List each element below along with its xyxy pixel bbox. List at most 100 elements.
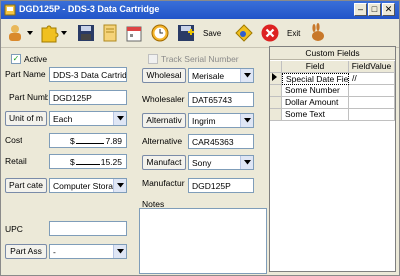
table-row[interactable]: Dollar Amount	[270, 97, 395, 109]
wholesaler-button[interactable]: Wholesal	[142, 68, 186, 83]
active-label: Active	[24, 54, 48, 64]
table-cell[interactable]: Special Date Fiel	[282, 73, 349, 85]
exit-label[interactable]: Exit	[287, 29, 300, 38]
track-serial-label: Track Serial Number	[161, 54, 239, 64]
alternative-code-label: Alternative	[142, 136, 183, 146]
app-icon	[4, 4, 16, 16]
row-selector[interactable]	[270, 85, 282, 97]
notes-button[interactable]	[99, 21, 121, 45]
chevron-down-icon[interactable]	[240, 156, 253, 169]
wholesaler-code-input[interactable]: DAT65743	[188, 92, 254, 107]
approve-button[interactable]	[233, 21, 255, 45]
notes-textarea[interactable]	[139, 208, 267, 274]
part-assembly-select[interactable]: -	[49, 244, 127, 259]
minimize-button[interactable]: –	[354, 3, 367, 16]
part-number-label: Part Numb	[9, 92, 48, 102]
wholesaler-value: Merisale	[192, 71, 225, 81]
close-window-button[interactable]: ✕	[382, 3, 395, 16]
wholesaler-select[interactable]: Merisale	[188, 68, 254, 83]
track-serial-checkbox[interactable]	[148, 54, 158, 64]
retail-underline	[76, 164, 100, 165]
chevron-down-icon[interactable]	[113, 179, 126, 192]
table-cell[interactable]	[349, 85, 395, 97]
upc-input[interactable]	[49, 221, 127, 236]
floppy-disk-icon	[78, 25, 94, 41]
add-person-icon	[9, 25, 33, 41]
retail-label: Retail	[5, 156, 27, 166]
chevron-down-icon[interactable]	[113, 245, 126, 258]
maximize-button[interactable]: □	[368, 3, 381, 16]
table-cell[interactable]: Dollar Amount	[282, 97, 349, 109]
save-label[interactable]: Save	[203, 29, 221, 38]
part-category-select[interactable]: Computer Storag	[49, 178, 127, 193]
puzzle-icon	[41, 25, 67, 43]
add-dropdown-button[interactable]	[5, 21, 35, 45]
toolbar: Save Exit	[1, 19, 399, 47]
unit-of-measure-select[interactable]: Each	[49, 111, 127, 126]
alternative-button[interactable]: Alternativ	[142, 113, 186, 128]
document-icon	[103, 24, 117, 42]
retail-value: 15.25	[100, 157, 122, 167]
calendar-button[interactable]	[123, 21, 145, 45]
wholesaler-code-label: Wholesaler	[142, 94, 185, 104]
part-number-input[interactable]: DGD125P	[49, 90, 127, 105]
cost-value: 7.89	[105, 136, 122, 146]
upc-label: UPC	[5, 224, 23, 234]
alternative-code-input[interactable]: CAR45363	[188, 134, 254, 149]
custom-fields-grid: Custom Fields Field FieldValue Special D…	[269, 46, 396, 272]
column-header-field[interactable]: Field	[282, 61, 349, 73]
unit-of-measure-button[interactable]: Unit of m	[5, 111, 47, 126]
grid-corner	[270, 61, 282, 73]
cost-input[interactable]: $ 7.89	[49, 133, 127, 148]
part-name-input[interactable]: DDS-3 Data Cartridg	[49, 67, 127, 82]
table-row[interactable]: Special Date Fiel //	[270, 73, 395, 85]
table-cell[interactable]	[349, 97, 395, 109]
part-assembly-button[interactable]: Part Ass	[5, 244, 47, 259]
table-cell[interactable]	[349, 109, 395, 121]
exit-button[interactable]	[306, 21, 328, 45]
alternative-value: Ingrim	[192, 116, 216, 126]
manufacturer-code-label: Manufactur	[142, 178, 185, 188]
row-selector[interactable]	[270, 97, 282, 109]
save-disk-button[interactable]	[75, 21, 97, 45]
calendar-icon	[126, 26, 142, 42]
manufacturer-value: Sony	[192, 158, 212, 168]
alternative-select[interactable]: Ingrim	[188, 113, 254, 128]
cost-currency: $	[70, 136, 75, 146]
clock-button[interactable]	[149, 21, 171, 45]
diamond-shape-icon	[235, 24, 253, 42]
table-cell[interactable]: //	[349, 73, 395, 85]
cancel-icon	[261, 24, 279, 42]
title-bar: DGD125P - DDS-3 Data Cartridge – □ ✕	[1, 1, 399, 19]
retail-input[interactable]: $ 15.25	[49, 154, 127, 169]
manufacturer-button[interactable]: Manufact	[142, 155, 186, 170]
chevron-down-icon[interactable]	[240, 114, 253, 127]
table-cell[interactable]: Some Text	[282, 109, 349, 121]
row-selector[interactable]	[270, 109, 282, 121]
cancel-button[interactable]	[259, 21, 281, 45]
puzzle-dropdown-button[interactable]	[39, 21, 69, 45]
table-cell[interactable]: Some Number	[282, 85, 349, 97]
chevron-down-icon[interactable]	[240, 69, 253, 82]
save-button[interactable]	[175, 21, 197, 45]
retail-currency: $	[70, 157, 75, 167]
cost-underline	[76, 143, 104, 144]
table-row[interactable]: Some Number	[270, 85, 395, 97]
manufacturer-code-input[interactable]: DGD125P	[188, 178, 254, 193]
part-assembly-value: -	[53, 247, 56, 257]
part-category-value: Computer Storag	[53, 181, 118, 191]
cost-label: Cost	[5, 135, 23, 145]
window-title: DGD125P - DDS-3 Data Cartridge	[19, 4, 160, 14]
clock-icon	[151, 24, 169, 42]
active-checkbox[interactable]: ✓	[11, 54, 21, 64]
custom-fields-title: Custom Fields	[270, 47, 395, 60]
table-row[interactable]: Some Text	[270, 109, 395, 121]
column-header-fieldvalue[interactable]: FieldValue	[349, 61, 395, 73]
part-category-button[interactable]: Part cate	[5, 178, 47, 193]
chevron-down-icon[interactable]	[113, 112, 126, 125]
save-icon	[178, 25, 194, 41]
grid-header-row: Field FieldValue	[270, 61, 395, 73]
part-name-label: Part Name	[5, 69, 46, 79]
manufacturer-select[interactable]: Sony	[188, 155, 254, 170]
row-selector-icon[interactable]	[270, 73, 282, 85]
